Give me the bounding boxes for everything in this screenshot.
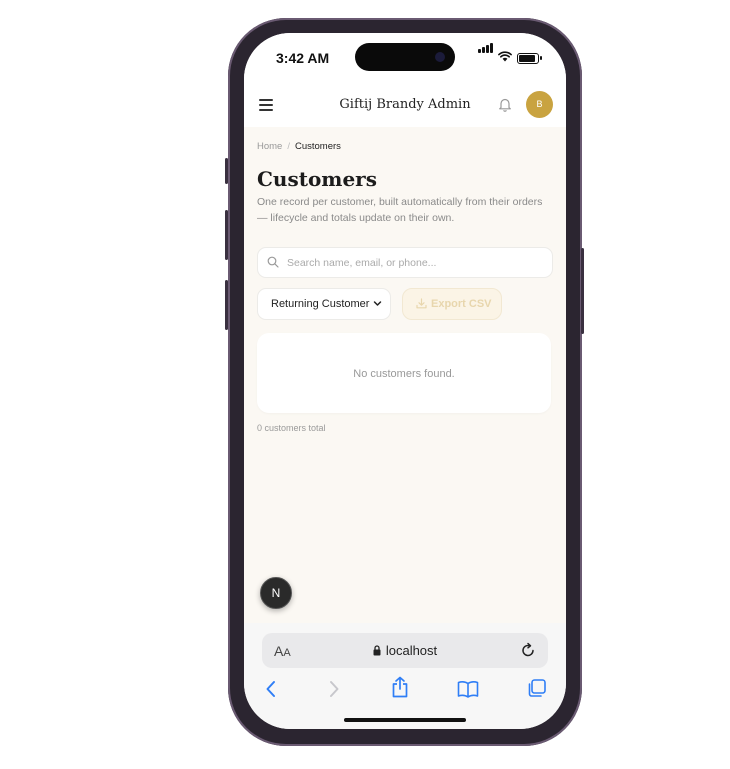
dynamic-island xyxy=(355,43,455,71)
forward-icon[interactable] xyxy=(327,679,341,699)
tabs-icon[interactable] xyxy=(527,679,546,698)
battery-nub xyxy=(540,56,542,60)
phone-screen: 3:42 AM Giftij Brandy Admin B Home / Cus… xyxy=(244,33,566,729)
status-time: 3:42 AM xyxy=(276,50,330,66)
volume-up-button xyxy=(225,210,228,260)
empty-state-message: No customers found. xyxy=(353,368,455,380)
filter-selected-value: Returning Customer xyxy=(271,298,370,310)
url-text: localhost xyxy=(385,643,438,658)
download-icon xyxy=(416,298,427,309)
chevron-down-icon xyxy=(373,301,382,306)
app-title: Giftij Brandy Admin xyxy=(339,97,471,112)
address-bar[interactable]: AA localhost xyxy=(262,633,548,668)
main-content: Home / Customers Customers One record per … xyxy=(244,127,566,623)
avatar[interactable]: B xyxy=(526,91,553,118)
breadcrumb: Home / Customers xyxy=(257,141,341,152)
search-box xyxy=(257,247,553,278)
camera-icon xyxy=(435,52,445,62)
lifecycle-filter-select[interactable]: Returning Customer xyxy=(257,288,391,320)
app-header: Giftij Brandy Admin B xyxy=(244,85,566,128)
search-icon xyxy=(267,256,279,268)
power-button xyxy=(581,248,584,334)
volume-down-button xyxy=(225,280,228,330)
export-csv-button[interactable]: Export CSV xyxy=(402,288,502,320)
wifi-icon xyxy=(498,51,512,62)
lock-icon xyxy=(373,645,381,656)
home-indicator xyxy=(344,718,466,722)
bookmarks-icon[interactable] xyxy=(457,680,479,698)
dev-tools-badge[interactable]: N xyxy=(260,577,292,609)
page-title: Customers xyxy=(257,167,377,191)
search-input[interactable] xyxy=(287,248,545,277)
share-icon[interactable] xyxy=(391,676,409,698)
back-icon[interactable] xyxy=(264,679,278,699)
status-bar: 3:42 AM xyxy=(244,33,566,85)
breadcrumb-separator: / xyxy=(287,141,290,152)
reload-icon[interactable] xyxy=(520,642,536,658)
customers-total-count: 0 customers total xyxy=(257,423,326,433)
url-display: localhost xyxy=(262,643,548,658)
customers-table-card: No customers found. xyxy=(257,333,551,413)
bell-icon[interactable] xyxy=(498,97,512,112)
breadcrumb-home[interactable]: Home xyxy=(257,141,282,152)
browser-toolbar: AA localhost xyxy=(244,623,566,729)
breadcrumb-current: Customers xyxy=(294,141,341,152)
export-csv-label: Export CSV xyxy=(431,298,492,310)
page-subtitle: One record per customer, built automatic… xyxy=(257,196,543,224)
side-button xyxy=(225,158,228,184)
battery-icon xyxy=(517,53,539,64)
